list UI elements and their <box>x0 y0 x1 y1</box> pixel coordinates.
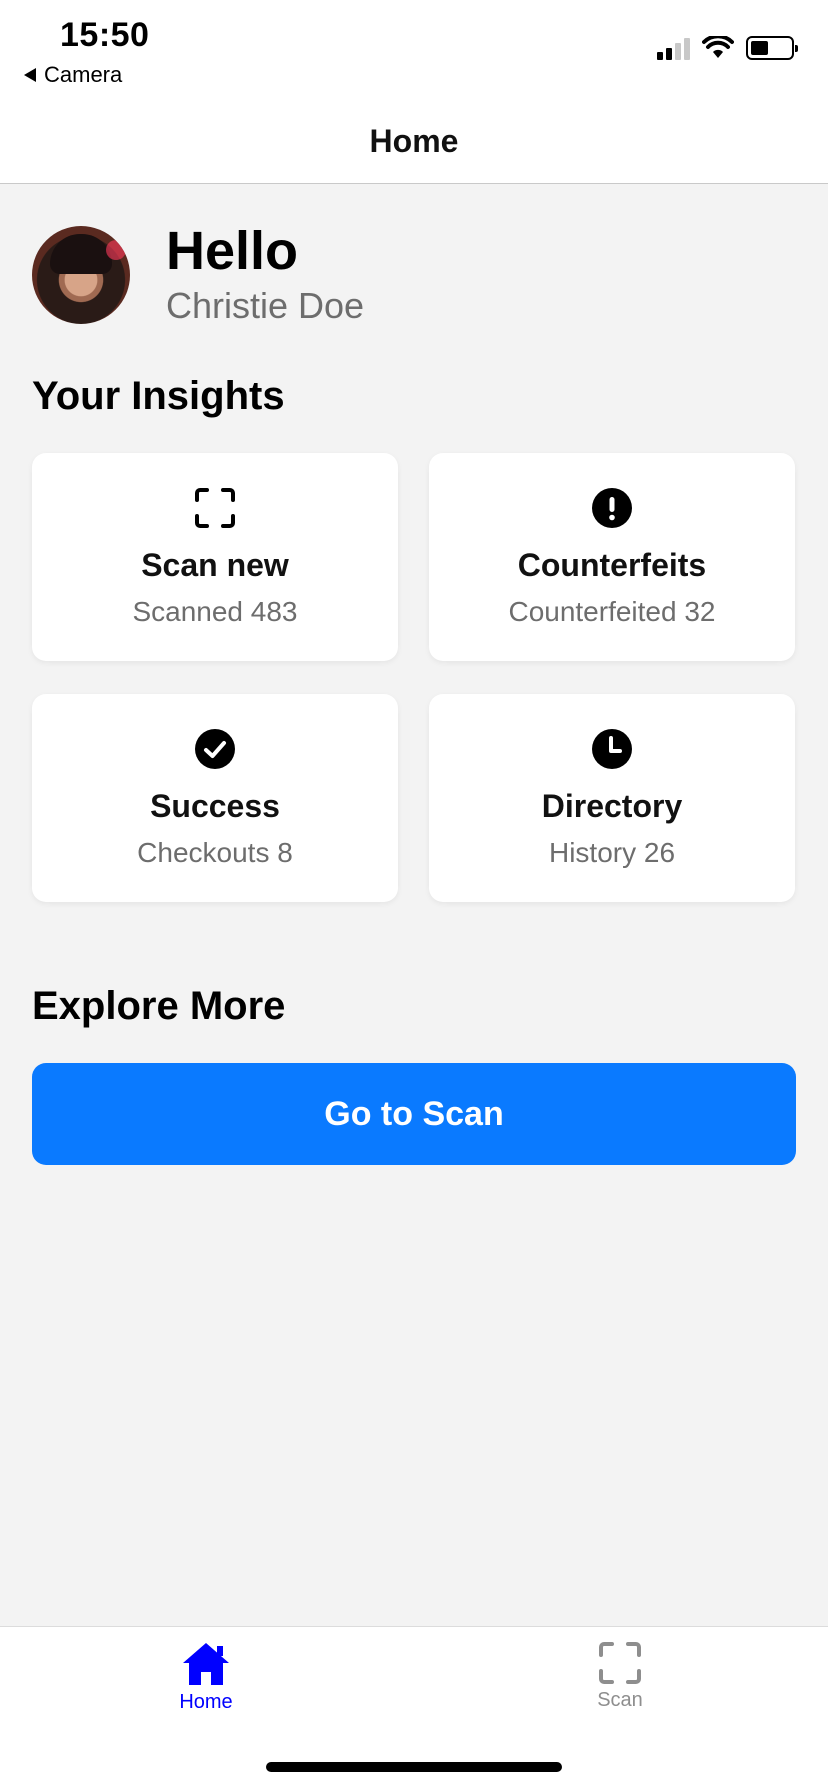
card-title: Scan new <box>141 547 289 583</box>
card-subtitle: Counterfeited 32 <box>508 596 716 627</box>
card-subtitle: Scanned 483 <box>132 596 298 627</box>
exclamation-circle-icon <box>591 487 633 529</box>
nav-header: Home <box>0 100 828 184</box>
checkmark-circle-icon <box>194 728 236 770</box>
card-title: Counterfeits <box>517 547 707 583</box>
card-title: Success <box>150 788 280 824</box>
status-icons <box>657 36 798 60</box>
user-name: Christie Doe <box>166 285 365 327</box>
scan-new-card[interactable]: Scan new Scanned 483 <box>32 453 398 661</box>
tab-scan-label: Scan <box>597 1689 643 1711</box>
back-triangle-icon <box>24 68 36 82</box>
counterfeits-card[interactable]: Counterfeits Counterfeited 32 <box>429 453 795 661</box>
greeting-section: Hello Christie Doe <box>32 221 365 327</box>
scan-frame-icon <box>194 487 236 529</box>
card-title: Directory <box>541 788 683 824</box>
success-card[interactable]: Success Checkouts 8 <box>32 694 398 902</box>
tab-scan[interactable]: Scan <box>520 1641 720 1712</box>
scan-frame-icon <box>599 1642 641 1684</box>
back-to-app-link[interactable]: Camera <box>24 62 122 88</box>
card-subtitle: Checkouts 8 <box>137 837 293 868</box>
directory-card[interactable]: Directory History 26 <box>429 694 795 902</box>
go-to-scan-button[interactable]: Go to Scan <box>32 1063 796 1165</box>
back-app-label: Camera <box>44 62 123 87</box>
card-subtitle: History 26 <box>548 837 676 868</box>
explore-heading: Explore More <box>32 984 286 1028</box>
greeting-hello: Hello <box>166 221 299 281</box>
insights-heading: Your Insights <box>32 374 285 418</box>
home-icon <box>183 1643 229 1685</box>
clock-icon <box>591 728 633 770</box>
tab-home[interactable]: Home <box>106 1641 306 1714</box>
page-title: Home <box>369 123 459 159</box>
status-bar: 15:50 Camera <box>0 0 828 100</box>
status-time: 15:50 <box>60 16 150 54</box>
signal-icon <box>657 36 690 60</box>
avatar <box>32 225 130 324</box>
home-indicator <box>266 1762 562 1772</box>
tab-home-label: Home <box>179 1691 233 1713</box>
battery-icon <box>746 36 798 60</box>
wifi-icon <box>702 36 734 58</box>
